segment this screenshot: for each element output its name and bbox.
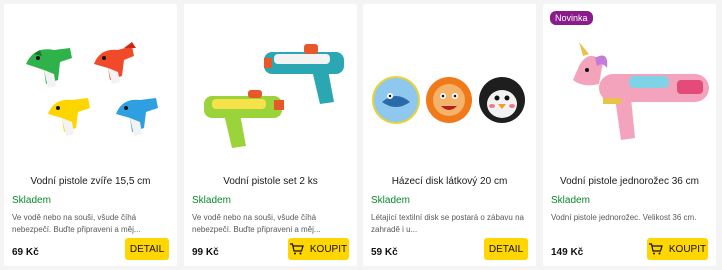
product-card[interactable]: Vodní pistole set 2 ks Skladem Ve vodě n… <box>184 4 357 266</box>
cart-icon <box>648 243 663 255</box>
product-title[interactable]: Vodní pistole set 2 ks <box>188 176 353 190</box>
detail-button-label: DETAIL <box>129 243 165 255</box>
water-gun-set-image[interactable] <box>184 4 357 172</box>
stock-status: Skladem <box>371 195 410 206</box>
cart-icon <box>289 243 304 255</box>
stock-status: Skladem <box>192 195 231 206</box>
product-title[interactable]: Vodní pistole jednorožec 36 cm <box>547 176 712 190</box>
product-title[interactable]: Vodní pistole zvíře 15,5 cm <box>8 176 173 190</box>
product-grid: Vodní pistole zvíře 15,5 cm Skladem Ve v… <box>0 0 722 270</box>
detail-button-label: DETAIL <box>488 243 524 255</box>
animal-water-guns-image[interactable] <box>4 4 177 172</box>
detail-button[interactable]: DETAIL <box>125 238 169 260</box>
add-to-cart-label: KOUPIT <box>309 243 348 255</box>
product-title[interactable]: Házecí disk látkový 20 cm <box>367 176 532 190</box>
stock-status: Skladem <box>551 195 590 206</box>
add-to-cart-label: KOUPIT <box>668 243 707 255</box>
product-price: 59 Kč <box>371 247 398 258</box>
fabric-discs-image[interactable] <box>363 4 536 172</box>
stock-status: Skladem <box>12 195 51 206</box>
product-description: Vodní pistole jednorožec. Velikost 36 cm… <box>551 213 697 222</box>
product-description: Ve vodě nebo na souši, všude číhá nebezp… <box>12 213 141 234</box>
product-card[interactable]: Vodní pistole zvíře 15,5 cm Skladem Ve v… <box>4 4 177 266</box>
product-description: Ve vodě nebo na souši, všude číhá nebezp… <box>192 213 321 234</box>
product-price: 69 Kč <box>12 247 39 258</box>
product-card[interactable]: Novinka Vodní pistole jednorožec 36 cm S… <box>543 4 716 266</box>
product-price: 99 Kč <box>192 247 219 258</box>
new-badge: Novinka <box>550 11 593 25</box>
product-description: Létající textilní disk se postará o zába… <box>371 213 524 234</box>
unicorn-water-gun-image[interactable] <box>543 4 716 172</box>
product-price: 149 Kč <box>551 247 584 258</box>
detail-button[interactable]: DETAIL <box>484 238 528 260</box>
product-card[interactable]: Házecí disk látkový 20 cm Skladem Létají… <box>363 4 536 266</box>
add-to-cart-button[interactable]: KOUPIT <box>647 238 708 260</box>
add-to-cart-button[interactable]: KOUPIT <box>288 238 349 260</box>
